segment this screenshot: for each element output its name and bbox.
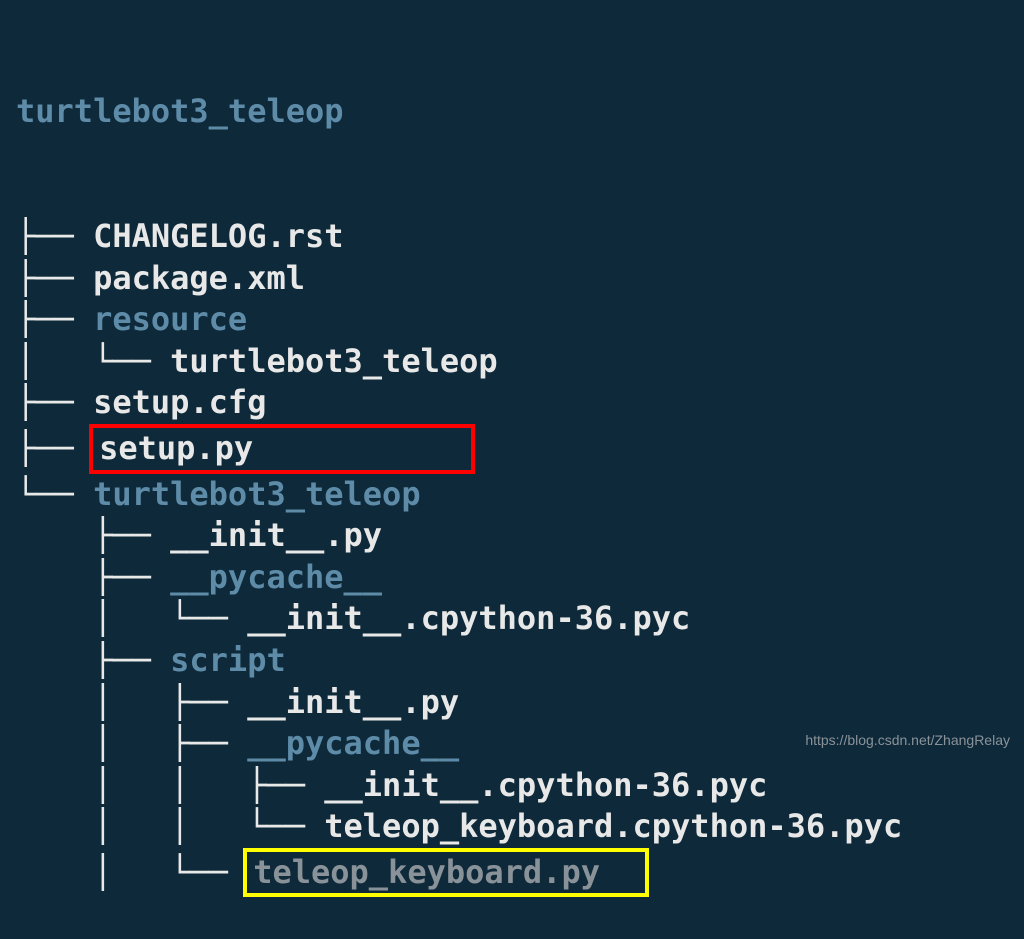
tree-file: package.xml <box>93 259 305 297</box>
tree-row: ├── __pycache__ <box>16 557 1008 599</box>
tree-branch: └── <box>16 475 93 513</box>
tree-branch: ├── <box>16 383 93 421</box>
tree-row: │ │ ├── __init__.cpython-36.pyc <box>16 765 1008 807</box>
tree-dir: __pycache__ <box>170 558 382 596</box>
tree-branch: ├── <box>16 217 93 255</box>
tree-branch: │ ├── <box>16 683 247 721</box>
tree-view: turtlebot3_teleop ├── CHANGELOG.rst├── p… <box>16 8 1008 939</box>
tree-row: │ └── teleop_keyboard.py <box>16 848 1008 898</box>
tree-branch: │ ├── <box>16 724 247 762</box>
tree-branch: │ │ └── <box>16 807 324 845</box>
tree-row: │ ├── __init__.py <box>16 682 1008 724</box>
tree-row: │ └── __init__.cpython-36.pyc <box>16 598 1008 640</box>
tree-branch: ├── <box>16 641 170 679</box>
tree-branch: │ │ ├── <box>16 766 324 804</box>
tree-branch: │ └── <box>16 342 170 380</box>
tree-file: setup.cfg <box>93 383 266 421</box>
tree-dir: turtlebot3_teleop <box>93 475 421 513</box>
tree-dir: resource <box>93 300 247 338</box>
tree-branch: ├── <box>16 259 93 297</box>
tree-file: __init__.py <box>170 516 382 554</box>
tree-branch: ├── <box>16 558 170 596</box>
tree-file: __init__.cpython-36.pyc <box>324 766 767 804</box>
tree-row: │ │ └── teleop_keyboard.cpython-36.pyc <box>16 806 1008 848</box>
tree-dir: script <box>170 641 286 679</box>
tree-node-name: setup.py <box>99 429 253 467</box>
tree-branch: ├── <box>16 516 170 554</box>
tree-file: __init__.py <box>247 683 459 721</box>
tree-row: ├── __init__.py <box>16 515 1008 557</box>
tree-row: │ └── turtlebot3_teleop <box>16 341 1008 383</box>
tree-dir: __pycache__ <box>247 724 459 762</box>
tree-branch: │ └── <box>16 853 247 891</box>
tree-file: __init__.cpython-36.pyc <box>247 599 690 637</box>
tree-row: ├── package.xml <box>16 258 1008 300</box>
tree-file: CHANGELOG.rst <box>93 217 343 255</box>
tree-row: ├── script <box>16 640 1008 682</box>
tree-file: teleop_keyboard.cpython-36.pyc <box>324 807 902 845</box>
tree-branch: ├── <box>16 429 93 467</box>
tree-row: ├── CHANGELOG.rst <box>16 216 1008 258</box>
highlighted-file-yellow: teleop_keyboard.py <box>243 848 648 898</box>
tree-branch: ├── <box>16 300 93 338</box>
highlight-padding <box>253 429 465 467</box>
highlight-padding <box>600 853 639 891</box>
tree-node-name: teleop_keyboard.py <box>253 853 600 891</box>
tree-file: turtlebot3_teleop <box>170 342 498 380</box>
tree-branch: │ └── <box>16 599 247 637</box>
tree-row: ├── setup.py <box>16 424 1008 474</box>
tree-root: turtlebot3_teleop <box>16 91 1008 133</box>
tree-row: ├── setup.cfg <box>16 382 1008 424</box>
tree-body: ├── CHANGELOG.rst├── package.xml├── reso… <box>16 216 1008 898</box>
tree-row: └── turtlebot3_teleop <box>16 474 1008 516</box>
tree-row: ├── resource <box>16 299 1008 341</box>
watermark-text: https://blog.csdn.net/ZhangRelay <box>805 731 1010 749</box>
highlighted-file-red: setup.py <box>89 424 475 474</box>
